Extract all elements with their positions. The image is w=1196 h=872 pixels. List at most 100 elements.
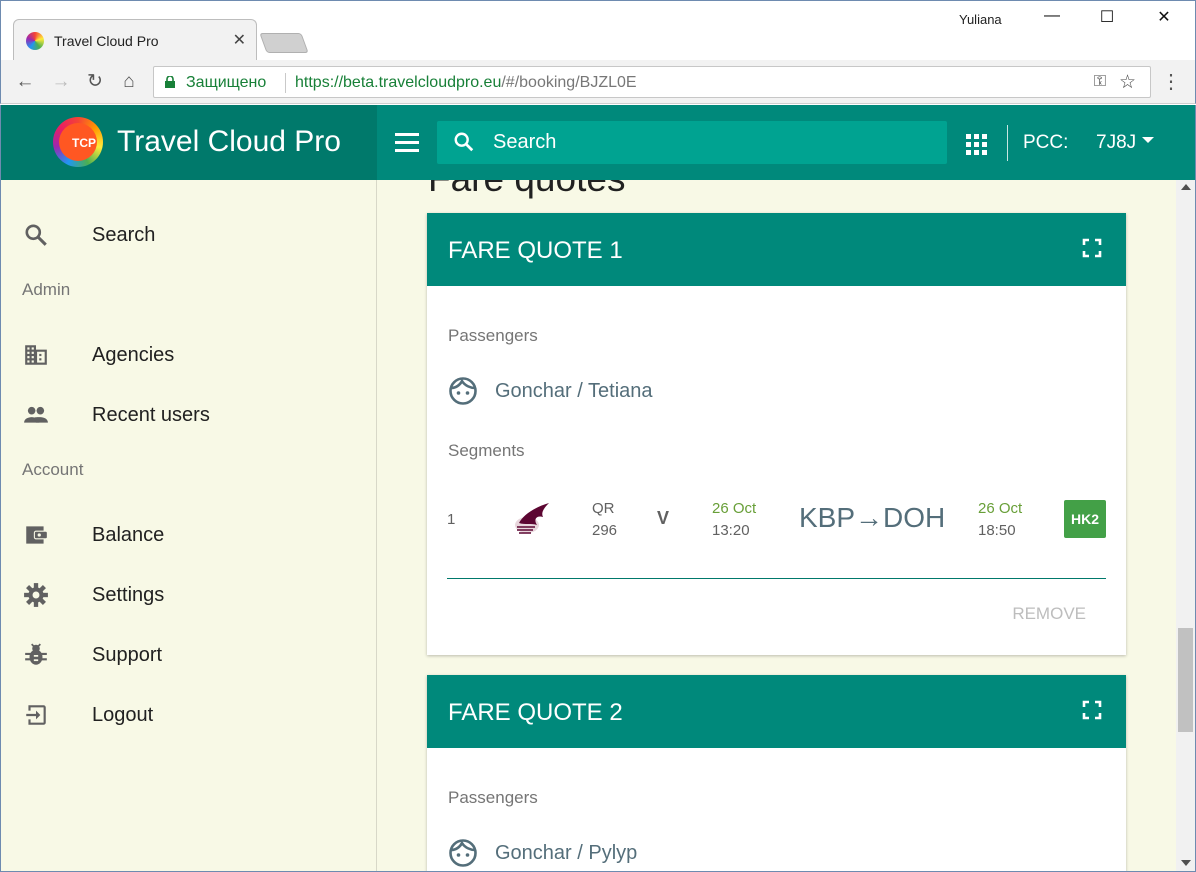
tab-title: Travel Cloud Pro — [54, 33, 159, 49]
secure-label: Защищено — [186, 74, 267, 91]
people-icon — [24, 406, 48, 423]
departure-date: 26 Oct — [712, 500, 757, 517]
maximize-icon[interactable]: ☐ — [1092, 7, 1122, 33]
fullscreen-icon[interactable] — [1082, 700, 1102, 720]
departure-info: 26 Oct 13:20 — [712, 498, 756, 542]
star-icon[interactable]: ☆ — [1119, 71, 1136, 94]
arrival-date: 26 Oct — [978, 500, 1023, 517]
apps-icon[interactable] — [966, 134, 988, 156]
url-path: /#/booking/BJZL0E — [501, 74, 637, 91]
sidebar-item-agencies[interactable]: Agencies — [1, 330, 377, 380]
back-icon[interactable]: ← — [13, 70, 37, 94]
reload-icon[interactable]: ↻ — [83, 70, 107, 94]
search-icon — [25, 224, 47, 246]
exit-icon — [26, 705, 46, 725]
browser-tab[interactable]: Travel Cloud Pro ✕ — [13, 19, 257, 61]
wallet-icon — [26, 526, 47, 544]
brand-header: TCP Travel Cloud Pro — [1, 105, 377, 180]
main-content: Fare quotes FARE QUOTE 1 Passengers Gonc… — [378, 180, 1175, 871]
fare-quote-card: FARE QUOTE 1 Passengers Gonchar / Tetian… — [427, 213, 1126, 655]
app-root: TCP Travel Cloud Pro PCC: 7J8J — [0, 105, 1196, 872]
pcc-label: PCC: — [1023, 132, 1069, 153]
fare-quote-card: FARE QUOTE 2 Passengers Gonchar / Pylyp — [427, 675, 1126, 871]
scroll-thumb[interactable] — [1178, 628, 1193, 732]
segment-row[interactable]: 1 QR 296 V 26 Oct 13:20 KBP→DOH 26 Oct 1… — [427, 491, 1126, 551]
card-divider — [447, 578, 1106, 579]
brand-name[interactable]: Travel Cloud Pro — [117, 125, 341, 159]
segment-number: 1 — [447, 511, 456, 528]
flight-info: QR 296 — [592, 498, 617, 542]
status-badge: HK2 — [1064, 500, 1106, 538]
profile-name[interactable]: Yuliana — [959, 12, 1002, 27]
arrival-info: 26 Oct 18:50 — [978, 498, 1022, 542]
sidebar-item-label: Search — [92, 224, 156, 246]
tab-close-icon[interactable]: ✕ — [233, 30, 246, 50]
passenger-name[interactable]: Gonchar / Tetiana — [495, 380, 653, 403]
sidebar-item-label: Recent users — [92, 404, 210, 426]
browser-toolbar: ← → ↻ ⌂ Защищено https://beta.travelclou… — [0, 60, 1196, 104]
card-title: FARE QUOTE 1 — [448, 237, 623, 264]
sidebar: Search Admin Agencies Recent users Accou… — [1, 180, 377, 871]
account-heading: Account — [22, 460, 84, 479]
sidebar-item-logout[interactable]: Logout — [1, 690, 377, 740]
address-separator — [285, 73, 286, 93]
face-icon — [449, 377, 477, 405]
address-bar[interactable]: Защищено https://beta.travelcloudpro.eu/… — [153, 66, 1151, 98]
passenger-name[interactable]: Gonchar / Pylyp — [495, 842, 637, 865]
browser-menu-icon[interactable]: ⋮ — [1161, 70, 1181, 94]
flight-number: 296 — [592, 522, 618, 539]
minimize-icon[interactable]: — — [1037, 7, 1067, 33]
bug-icon — [25, 643, 47, 665]
card-title: FARE QUOTE 2 — [448, 699, 623, 726]
sidebar-item-search[interactable]: Search — [1, 210, 377, 260]
sidebar-item-settings[interactable]: Settings — [1, 570, 377, 620]
scroll-down-icon[interactable] — [1181, 860, 1191, 866]
sidebar-item-label: Settings — [92, 584, 165, 606]
booking-class: V — [657, 508, 670, 528]
sidebar-item-recent-users[interactable]: Recent users — [1, 390, 377, 440]
url-text[interactable]: https://beta.travelcloudpro.eu/#/booking… — [295, 74, 637, 92]
home-icon[interactable]: ⌂ — [117, 70, 141, 94]
pcc-select[interactable]: 7J8J — [1096, 132, 1136, 154]
remove-button[interactable]: REMOVE — [1012, 604, 1086, 624]
close-window-icon[interactable]: ✕ — [1149, 7, 1179, 33]
new-tab-button[interactable] — [259, 33, 309, 53]
key-icon[interactable]: ⚿ — [1094, 73, 1106, 91]
passengers-label: Passengers — [448, 326, 538, 345]
sidebar-item-support[interactable]: Support — [1, 630, 377, 680]
favicon-icon — [26, 32, 44, 50]
logo: TCP — [53, 117, 103, 167]
browser-titlebar: Travel Cloud Pro ✕ Yuliana — ☐ ✕ — [0, 0, 1196, 61]
search-icon — [454, 132, 474, 152]
airline-logo-icon — [515, 503, 549, 534]
app-bar: PCC: 7J8J — [377, 105, 1195, 180]
search-input[interactable] — [491, 129, 931, 155]
building-icon — [25, 345, 47, 365]
search-box[interactable] — [437, 121, 947, 164]
dropdown-arrow-icon[interactable] — [1142, 137, 1154, 143]
arrival-time: 18:50 — [978, 522, 1016, 539]
gear-icon — [24, 583, 48, 607]
lock-icon — [165, 76, 175, 88]
sidebar-item-label: Logout — [92, 704, 154, 726]
page-title: Fare quotes — [428, 180, 625, 200]
scroll-up-icon[interactable] — [1181, 184, 1191, 190]
sidebar-item-balance[interactable]: Balance — [1, 510, 377, 560]
logo-text: TCP — [72, 136, 96, 150]
face-icon — [449, 839, 477, 867]
departure-time: 13:20 — [712, 522, 750, 539]
admin-heading: Admin — [22, 280, 71, 299]
appbar-divider — [1007, 125, 1008, 161]
sidebar-item-label: Support — [92, 644, 163, 666]
segments-label: Segments — [448, 441, 525, 460]
menu-icon[interactable] — [395, 133, 419, 152]
card-header: FARE QUOTE 1 — [427, 213, 1126, 286]
route: KBP→DOH — [799, 502, 946, 533]
sidebar-item-label: Agencies — [92, 344, 175, 366]
forward-icon[interactable]: → — [49, 70, 73, 94]
card-header: FARE QUOTE 2 — [427, 675, 1126, 748]
sidebar-item-label: Balance — [92, 524, 165, 546]
fullscreen-icon[interactable] — [1082, 238, 1102, 258]
airline-code: QR — [592, 500, 615, 517]
page-scrollbar[interactable] — [1176, 180, 1195, 871]
